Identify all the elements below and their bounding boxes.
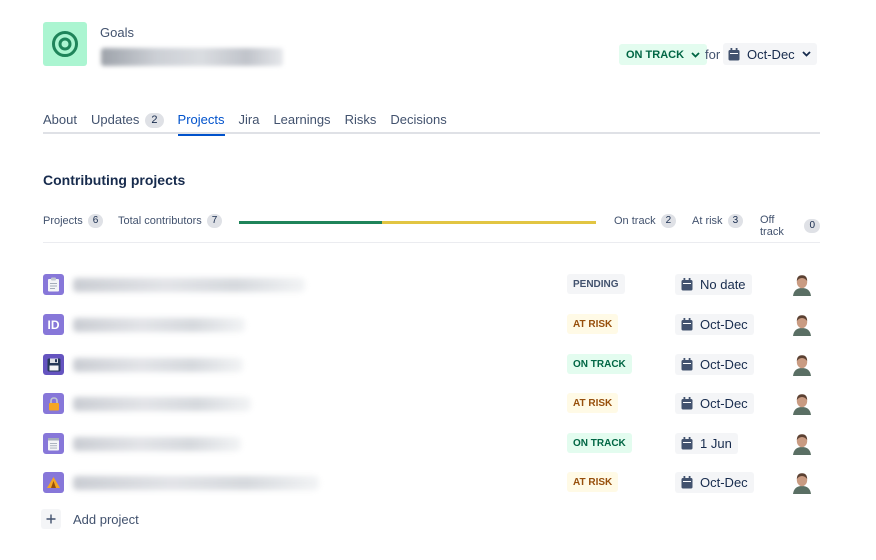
target-date-label: Oct-Dec xyxy=(700,396,748,411)
target-icon xyxy=(43,22,87,66)
target-date[interactable]: Oct-Dec xyxy=(675,393,754,414)
status-badge: AT RISK xyxy=(567,314,619,334)
for-label: for xyxy=(705,47,721,62)
updates-count-badge: 2 xyxy=(145,113,164,128)
notepad-icon xyxy=(43,433,64,454)
target-period-dropdown[interactable]: Oct-Dec xyxy=(723,43,817,65)
stat-label: Projects xyxy=(43,215,83,227)
list-item[interactable]: ID AT RISK Oct-Dec xyxy=(43,304,820,344)
tab-label: Projects xyxy=(177,112,225,127)
tab-label: Learnings xyxy=(273,112,331,127)
status-badge: PENDING xyxy=(567,274,625,294)
avatar[interactable] xyxy=(792,393,812,415)
project-name[interactable] xyxy=(73,476,319,490)
off-track-stat: Off track 0 xyxy=(760,214,820,238)
avatar[interactable] xyxy=(792,354,812,376)
floppy-disk-icon xyxy=(43,354,64,375)
goal-status-dropdown[interactable]: ON TRACK xyxy=(619,44,708,65)
status-badge: ON TRACK xyxy=(567,354,632,374)
at-risk-count-badge: 3 xyxy=(727,214,744,228)
breadcrumb[interactable]: Goals xyxy=(100,25,134,40)
status-progress-bar xyxy=(239,221,596,224)
goal-tabs: About Updates 2 Projects Jira Learnings R… xyxy=(43,110,820,136)
tab-updates[interactable]: Updates 2 xyxy=(91,110,164,134)
avatar[interactable] xyxy=(792,472,812,494)
target-date-label: 1 Jun xyxy=(700,436,732,451)
goal-title xyxy=(101,48,283,66)
tab-jira[interactable]: Jira xyxy=(239,110,260,134)
at-risk-stat: At risk 3 xyxy=(692,214,744,228)
tab-label: Updates xyxy=(90,112,140,127)
calendar-icon xyxy=(681,318,693,331)
target-date-label: Oct-Dec xyxy=(700,475,748,490)
tab-label: Jira xyxy=(238,112,260,127)
avatar[interactable] xyxy=(792,314,812,336)
project-stats: Projects 6 Total contributors 7 On track… xyxy=(43,214,820,238)
tab-risks[interactable]: Risks xyxy=(345,110,377,134)
on-track-stat: On track 2 xyxy=(614,214,677,228)
goal-status-label: ON TRACK xyxy=(626,48,685,61)
target-date[interactable]: Oct-Dec xyxy=(675,354,754,375)
list-item[interactable]: ON TRACK Oct-Dec xyxy=(43,344,820,384)
calendar-icon xyxy=(728,47,740,60)
list-item[interactable]: ON TRACK 1 Jun xyxy=(43,423,820,463)
tab-learnings[interactable]: Learnings xyxy=(273,110,330,134)
tab-projects[interactable]: Projects xyxy=(177,110,225,136)
project-name[interactable] xyxy=(73,358,243,372)
stat-label: Off track xyxy=(760,214,784,238)
target-date[interactable]: Oct-Dec xyxy=(675,472,754,493)
chevron-down-icon xyxy=(802,51,811,57)
add-project-label: Add project xyxy=(73,511,139,527)
calendar-icon xyxy=(681,397,693,410)
calendar-icon xyxy=(681,437,693,450)
progress-at-risk xyxy=(381,221,596,224)
stat-label: Total contributors xyxy=(118,215,202,227)
tab-decisions[interactable]: Decisions xyxy=(390,110,446,134)
target-date-label: Oct-Dec xyxy=(700,357,748,372)
progress-on-track xyxy=(239,221,382,224)
target-date[interactable]: Oct-Dec xyxy=(675,314,754,335)
plus-icon xyxy=(41,509,61,529)
chevron-down-icon xyxy=(691,51,700,58)
divider xyxy=(43,242,820,243)
stat-label: On track xyxy=(614,215,656,227)
projects-count-badge: 6 xyxy=(87,214,104,228)
calendar-icon xyxy=(681,278,693,291)
list-item[interactable]: AT RISK Oct-Dec xyxy=(43,383,820,423)
project-name[interactable] xyxy=(73,278,305,292)
project-name[interactable] xyxy=(73,437,241,451)
target-date[interactable]: No date xyxy=(675,274,752,295)
contributors-stat: Total contributors 7 xyxy=(118,214,223,228)
status-badge: AT RISK xyxy=(567,472,619,492)
target-date-label: Oct-Dec xyxy=(700,317,748,332)
tab-label: Decisions xyxy=(390,112,447,127)
list-item[interactable]: PENDING No date xyxy=(43,264,820,304)
project-name[interactable] xyxy=(73,397,251,411)
off-track-count-badge: 0 xyxy=(804,219,820,233)
status-badge: AT RISK xyxy=(567,393,619,413)
tab-label: About xyxy=(43,112,77,127)
on-track-count-badge: 2 xyxy=(660,214,677,228)
status-badge: ON TRACK xyxy=(567,433,632,453)
tab-about[interactable]: About xyxy=(43,110,77,134)
tent-icon xyxy=(43,472,64,493)
list-item[interactable]: AT RISK Oct-Dec xyxy=(43,462,820,502)
target-date-label: No date xyxy=(700,277,746,292)
avatar[interactable] xyxy=(792,274,812,296)
calendar-icon xyxy=(681,358,693,371)
project-name[interactable] xyxy=(73,318,245,332)
period-label: Oct-Dec xyxy=(747,46,795,62)
projects-stat: Projects 6 xyxy=(43,214,104,228)
stat-label: At risk xyxy=(692,215,723,227)
add-project-button[interactable]: Add project xyxy=(41,509,139,529)
tab-label: Risks xyxy=(344,112,377,127)
avatar[interactable] xyxy=(792,433,812,455)
contributors-count-badge: 7 xyxy=(206,214,223,228)
section-title: Contributing projects xyxy=(43,172,186,188)
target-date[interactable]: 1 Jun xyxy=(675,433,738,454)
calendar-icon xyxy=(681,476,693,489)
lock-icon xyxy=(43,393,64,414)
id-card-icon: ID xyxy=(43,314,64,335)
clipboard-icon xyxy=(43,274,64,295)
